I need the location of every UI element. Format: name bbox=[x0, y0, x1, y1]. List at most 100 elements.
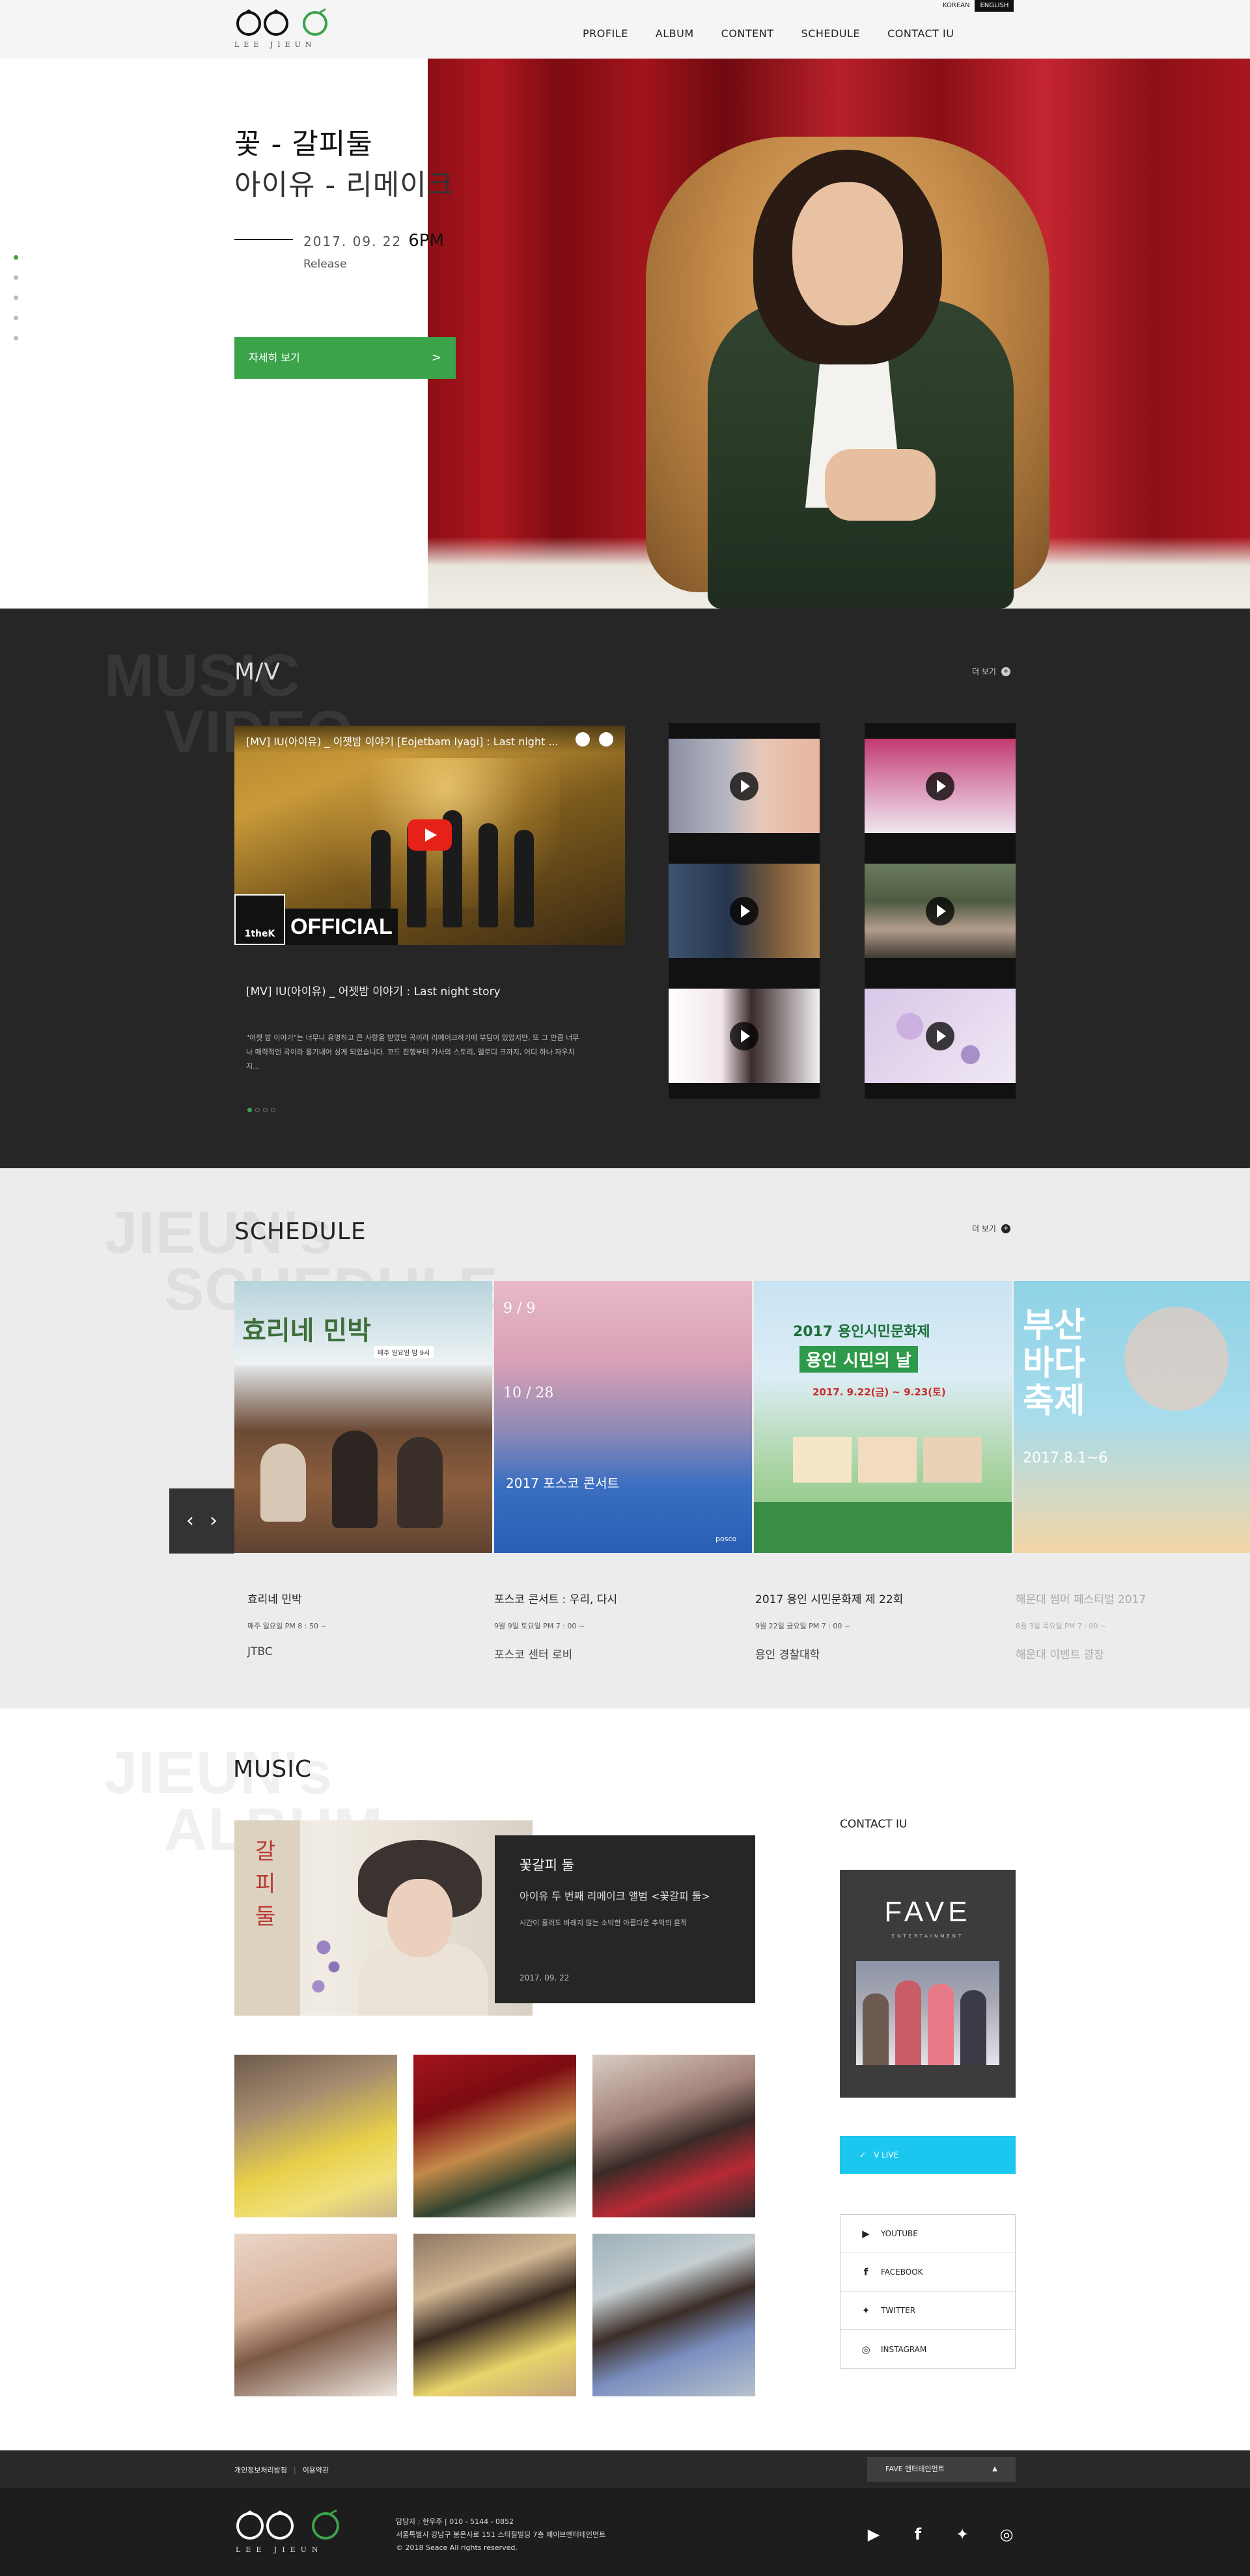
posco-logo: posco bbox=[715, 1535, 737, 1543]
vlive-button[interactable]: ✓ V LIVE bbox=[840, 2136, 1016, 2174]
lang-korean[interactable]: KOREAN bbox=[938, 0, 975, 12]
slide-dot[interactable] bbox=[14, 255, 18, 260]
privacy-policy-link[interactable]: 개인정보처리방침 bbox=[234, 2466, 287, 2474]
play-icon bbox=[730, 772, 758, 801]
video-thumb[interactable] bbox=[669, 848, 820, 974]
poster-title: 효리네 민박 bbox=[242, 1316, 371, 1346]
twitter-icon[interactable]: ✦ bbox=[952, 2525, 972, 2544]
arrow-right-icon: > bbox=[431, 351, 441, 364]
schedule-card[interactable]: 2017 용인시민문화제 용인 시민의 날 2017. 9.22(금) ~ 9.… bbox=[754, 1281, 1012, 1553]
schedule-name: 2017 용인 시민문화제 제 22회 bbox=[755, 1593, 904, 1606]
schedule-card[interactable]: 부산 바다 축제 2017.8.1~6 bbox=[1014, 1281, 1250, 1553]
share-icon[interactable] bbox=[599, 732, 613, 747]
gallery-photo[interactable] bbox=[234, 2055, 397, 2217]
mv-more-link[interactable]: 더 보기 + bbox=[972, 666, 1010, 677]
album-cover[interactable]: 갈 피 둘 bbox=[234, 1820, 533, 2016]
youtube-play-button[interactable] bbox=[408, 819, 452, 851]
album-info-panel[interactable]: 꽃갈피 둘 아이유 두 번째 리메이크 앨범 <꽃갈피 둘> 시간이 흘러도 바… bbox=[495, 1835, 755, 2003]
schedule-more-link[interactable]: 더 보기 + bbox=[972, 1223, 1010, 1234]
schedule-title: SCHEDULE bbox=[234, 1218, 367, 1245]
schedule-time: 9월 9일 토요일 PM 7 : 00 ~ bbox=[494, 1622, 585, 1630]
official-badge: 1theK OFFICIAL bbox=[234, 894, 398, 945]
hero-photo bbox=[428, 59, 1250, 609]
facebook-icon: f bbox=[863, 2266, 868, 2278]
poster-decoration bbox=[1124, 1307, 1229, 1411]
video-description: "어젯 밤 이야기"는 너무나 유명하고 큰 사랑을 받았던 곡이라 리메이크하… bbox=[246, 1034, 579, 1071]
social-label: INSTAGRAM bbox=[881, 2344, 927, 2354]
hero-title: 꽃 - 갈피둘 bbox=[234, 128, 373, 161]
pager-dot[interactable] bbox=[263, 1108, 268, 1112]
terms-link[interactable]: 이용약관 bbox=[303, 2466, 329, 2474]
schedule-place: 용인 경찰대학 bbox=[755, 1649, 820, 1662]
schedule-item[interactable]: 2017 용인 시민문화제 제 22회 9월 22일 금요일 PM 7 : 00… bbox=[755, 1590, 1003, 1662]
slide-dot[interactable] bbox=[14, 336, 18, 340]
video-figure bbox=[514, 830, 534, 927]
family-site-select[interactable]: FAVE 엔터테인먼트 ▲ bbox=[867, 2457, 1016, 2482]
poster-photo bbox=[793, 1437, 852, 1483]
video-thumb[interactable] bbox=[669, 723, 820, 849]
video-thumb[interactable] bbox=[865, 723, 1016, 849]
lang-english[interactable]: ENGLISH bbox=[975, 0, 1014, 12]
fave-photo bbox=[856, 1961, 999, 2065]
pager-dot[interactable] bbox=[255, 1108, 260, 1112]
social-facebook[interactable]: f FACEBOOK bbox=[840, 2253, 1015, 2292]
slide-dot[interactable] bbox=[14, 316, 18, 320]
poster-title: 부산 바다 축제 bbox=[1023, 1306, 1085, 1421]
youtube-icon[interactable]: ▶ bbox=[864, 2525, 883, 2544]
social-twitter[interactable]: ✦ TWITTER bbox=[840, 2292, 1015, 2330]
nav-contact[interactable]: CONTACT IU bbox=[887, 27, 954, 40]
nav-content[interactable]: CONTENT bbox=[721, 27, 774, 40]
schedule-card[interactable]: 효리네 민박 매주 일요일 밤 9시 bbox=[234, 1281, 492, 1553]
instagram-icon[interactable]: ◎ bbox=[997, 2525, 1016, 2544]
social-instagram[interactable]: ◎ INSTAGRAM bbox=[840, 2330, 1015, 2368]
twitter-icon: ✦ bbox=[861, 2305, 870, 2316]
gallery-photo[interactable] bbox=[413, 2234, 576, 2396]
video-thumb[interactable] bbox=[865, 848, 1016, 974]
schedule-place: 포스코 센터 로비 bbox=[494, 1649, 573, 1662]
video-title[interactable]: [MV] IU(아이유) _ 이젯밤 이야기 [Eojetbam Iyagi] … bbox=[246, 733, 572, 748]
fave-entertainment-banner[interactable]: FAVE ENTERTAINMENT bbox=[840, 1870, 1016, 2098]
gallery-photo[interactable] bbox=[592, 2234, 755, 2396]
schedule-item[interactable]: 해운대 썸머 페스티벌 2017 8월 3일 목요일 PM 7 : 00 ~ 해… bbox=[1016, 1590, 1237, 1662]
hero-detail-button[interactable]: 자세히 보기 > bbox=[234, 337, 456, 379]
video-player[interactable]: [MV] IU(아이유) _ 이젯밤 이야기 [Eojetbam Iyagi] … bbox=[234, 726, 625, 945]
nav-album[interactable]: ALBUM bbox=[656, 27, 694, 40]
pager-dot[interactable] bbox=[247, 1108, 252, 1112]
watch-later-icon[interactable] bbox=[576, 732, 590, 747]
facebook-icon[interactable]: f bbox=[908, 2525, 928, 2544]
schedule-card[interactable]: 9 / 9 10 / 28 2017 포스코 콘서트 posco bbox=[494, 1281, 752, 1553]
poster-date-1: 9 / 9 bbox=[503, 1300, 536, 1317]
vlive-icon: ✓ bbox=[859, 2150, 867, 2159]
logo[interactable]: LEE JIEUN bbox=[234, 8, 332, 53]
gallery-photo[interactable] bbox=[234, 2234, 397, 2396]
gallery-photo[interactable] bbox=[413, 2055, 576, 2217]
nav-profile[interactable]: PROFILE bbox=[583, 27, 628, 40]
poster-head: 2017 용인시민문화제 bbox=[793, 1324, 930, 1340]
hero-time: 6PM bbox=[408, 231, 444, 251]
poster-title: 2017 포스코 콘서트 bbox=[506, 1475, 620, 1491]
hero-slide-dots bbox=[14, 255, 18, 356]
gallery-photo[interactable] bbox=[592, 2055, 755, 2217]
pager-dot[interactable] bbox=[271, 1108, 275, 1112]
hero-release-label: Release bbox=[303, 258, 347, 271]
schedule-name: 효리네 민박 bbox=[247, 1593, 302, 1606]
poster-date: 2017. 9.22(금) ~ 9.23(토) bbox=[812, 1386, 946, 1398]
album-cover-flowers bbox=[303, 1918, 355, 2016]
footer-contact: 담당자 : 한우주 | 010 - 5144 - 0852 bbox=[396, 2517, 514, 2526]
slide-dot[interactable] bbox=[14, 295, 18, 300]
footer-separator: | bbox=[293, 2466, 296, 2474]
poster-person bbox=[397, 1437, 443, 1528]
chevron-right-icon[interactable]: › bbox=[210, 1511, 217, 1531]
video-thumb[interactable] bbox=[669, 973, 820, 1099]
schedule-item[interactable]: 효리네 민박 매주 일요일 PM 8 : 50 ~ JTBC bbox=[247, 1590, 495, 1658]
schedule-item[interactable]: 포스코 콘서트 : 우리, 다시 9월 9일 토요일 PM 7 : 00 ~ 포… bbox=[494, 1590, 742, 1662]
schedule-time: 8월 3일 목요일 PM 7 : 00 ~ bbox=[1016, 1622, 1107, 1630]
social-youtube[interactable]: ▶ YOUTUBE bbox=[840, 2215, 1015, 2253]
slide-dot[interactable] bbox=[14, 275, 18, 280]
chevron-left-icon[interactable]: ‹ bbox=[186, 1511, 194, 1531]
nav-schedule[interactable]: SCHEDULE bbox=[801, 27, 861, 40]
video-thumb[interactable] bbox=[865, 973, 1016, 1099]
album-cover-glyph: 피 bbox=[255, 1871, 276, 1897]
footer-logo[interactable]: LEE JIEUN bbox=[234, 2509, 345, 2561]
plus-icon: + bbox=[1001, 666, 1010, 676]
